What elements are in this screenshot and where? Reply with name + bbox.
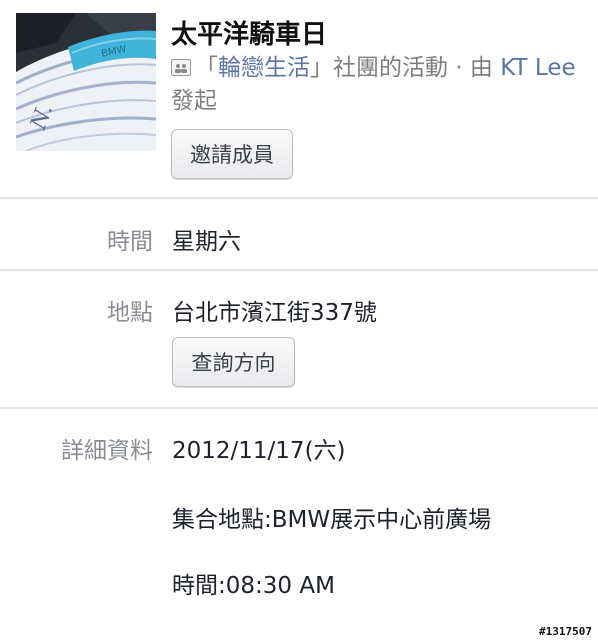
group-prefix: 「 — [195, 55, 218, 81]
event-page: BMW N. 太平洋騎車日 「輪戀生活」社團的活動 · 由 KT Lee 發起 … — [0, 0, 598, 640]
divider — [0, 197, 598, 199]
event-title: 太平洋騎車日 — [171, 20, 328, 50]
divider — [0, 407, 598, 409]
organizer-suffix: 發起 — [171, 88, 217, 114]
place-label: 地點 — [107, 300, 153, 326]
event-meta: 「輪戀生活」社團的活動 · 由 KT Lee 發起 — [171, 52, 581, 118]
details-line: 集合地點:BMW展示中心前廣場 — [172, 507, 492, 533]
event-cover-photo[interactable]: BMW N. — [16, 13, 156, 151]
invite-members-button[interactable]: 邀請成員 — [171, 129, 293, 179]
watermark: #1317507 — [539, 625, 592, 638]
event-header: BMW N. 太平洋騎車日 「輪戀生活」社團的活動 · 由 KT Lee 發起 … — [0, 0, 598, 197]
details-line: 2012/11/17(六) — [172, 438, 346, 464]
group-link[interactable]: 輪戀生活 — [218, 55, 310, 81]
organizer-link[interactable]: KT Lee — [500, 55, 575, 81]
group-suffix: 」社團的活動 · 由 — [310, 55, 501, 81]
group-icon — [171, 59, 191, 76]
time-label: 時間 — [107, 229, 153, 255]
details-line: 時間:08:30 AM — [172, 573, 335, 599]
details-label: 詳細資料 — [61, 438, 153, 464]
divider — [0, 269, 598, 271]
place-value: 台北市濱江街337號 — [172, 300, 377, 326]
get-directions-button[interactable]: 查詢方向 — [172, 337, 295, 387]
time-value: 星期六 — [172, 229, 241, 255]
